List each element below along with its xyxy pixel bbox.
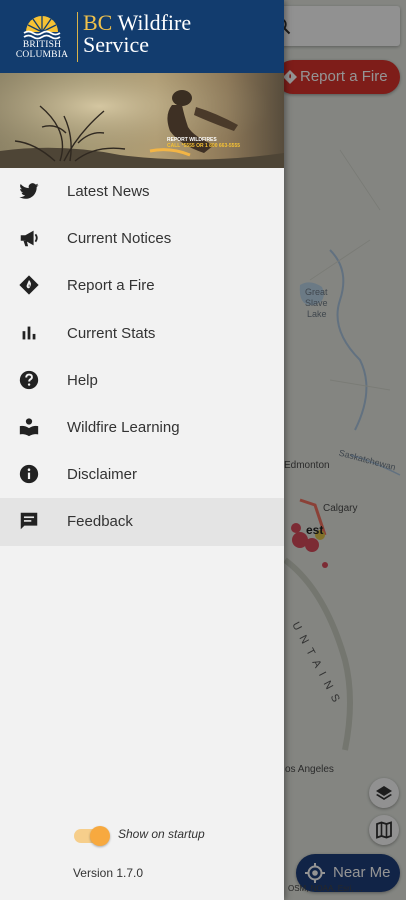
menu-item-label: Wildfire Learning (67, 418, 180, 436)
menu-item-report-a-fire[interactable]: Report a Fire (0, 262, 284, 309)
app-version: Version 1.7.0 (72, 866, 144, 880)
menu-item-label: Feedback (67, 513, 133, 531)
banner-caption-line-2: CALL *5555 OR 1 800 663-5555 (167, 143, 241, 149)
toggle-thumb[interactable] (90, 826, 110, 846)
drawer-menu: Latest News Current Notices Report a Fir… (0, 168, 284, 546)
info-icon (19, 464, 39, 484)
banner-caption: REPORT WILDFIRES CALL *5555 OR 1 800 663… (167, 137, 240, 149)
menu-item-label: Report a Fire (67, 277, 155, 295)
app-brand: BC Wildfire Service (83, 12, 191, 56)
logo-line-2: COLUMBIA (15, 50, 69, 60)
show-on-startup-label: Show on startup (118, 827, 205, 841)
report-fire-icon (19, 275, 39, 295)
menu-item-current-notices[interactable]: Current Notices (0, 215, 284, 262)
megaphone-icon (20, 230, 38, 247)
bar-chart-icon (22, 326, 36, 339)
menu-item-feedback[interactable]: Feedback (0, 498, 284, 546)
twitter-icon (19, 183, 39, 199)
menu-item-wildfire-learning[interactable]: Wildfire Learning (0, 404, 284, 451)
brand-service: Service (83, 32, 149, 57)
menu-item-help[interactable]: Help (0, 357, 284, 404)
sun-logo-icon (23, 16, 61, 40)
menu-item-label: Disclaimer (67, 466, 138, 484)
show-on-startup-toggle[interactable]: Show on startup (74, 826, 234, 846)
navigation-drawer: BRITISH COLUMBIA BC Wildfire Service REP… (0, 0, 284, 900)
learning-icon (19, 418, 39, 437)
menu-item-label: Current Stats (67, 324, 156, 342)
menu-item-label: Help (67, 371, 98, 389)
logo-wordmark: BRITISH COLUMBIA (13, 40, 71, 60)
logo-line-1: BRITISH (22, 40, 62, 50)
menu-item-label: Current Notices (67, 230, 172, 248)
bc-government-logo: BRITISH COLUMBIA (13, 10, 71, 62)
report-wildfire-banner: REPORT WILDFIRES CALL *5555 OR 1 800 663… (0, 73, 284, 168)
feedback-icon (20, 513, 38, 530)
menu-item-latest-news[interactable]: Latest News (0, 168, 284, 215)
drawer-header: BRITISH COLUMBIA BC Wildfire Service (0, 0, 284, 73)
menu-item-label: Latest News (67, 183, 150, 200)
help-icon (19, 370, 39, 389)
menu-item-current-stats[interactable]: Current Stats (0, 310, 284, 357)
firefighter-image (0, 73, 284, 168)
menu-item-disclaimer[interactable]: Disclaimer (0, 451, 284, 498)
header-divider (77, 12, 78, 62)
